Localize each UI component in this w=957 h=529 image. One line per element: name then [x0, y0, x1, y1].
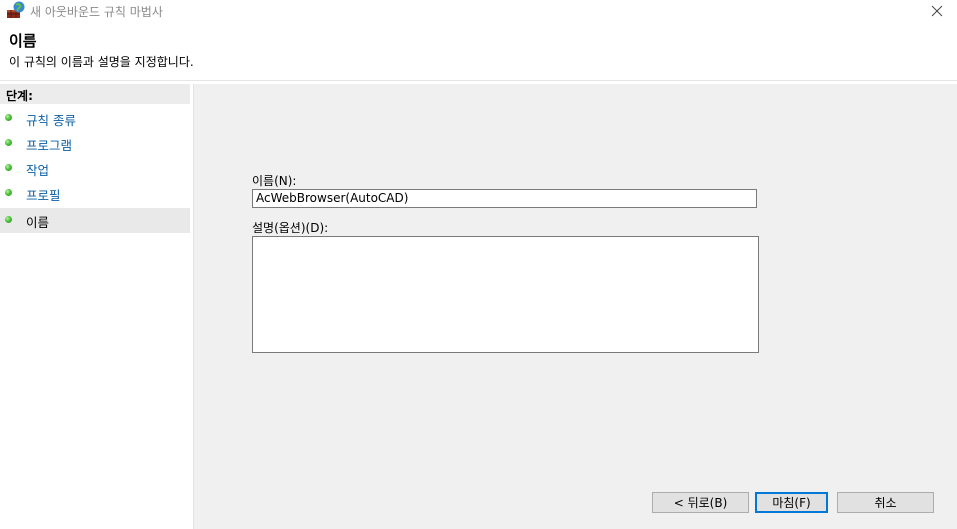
close-button[interactable] — [917, 0, 957, 22]
step-rule-type[interactable]: 규칙 종류 — [0, 106, 190, 131]
step-action[interactable]: 작업 — [0, 156, 190, 181]
step-label: 작업 — [26, 163, 50, 178]
step-label: 이름 — [26, 215, 50, 230]
steps-sidebar: 단계: 규칙 종류 프로그램 작업 프로필 이름 — [0, 84, 194, 529]
step-label: 규칙 종류 — [26, 113, 76, 128]
step-program[interactable]: 프로그램 — [0, 131, 190, 156]
step-complete-icon — [5, 164, 12, 171]
finish-button[interactable]: 마침(F) — [755, 492, 828, 513]
window-title: 새 아웃바운드 규칙 마법사 — [30, 5, 163, 19]
step-current-icon — [5, 216, 12, 223]
wizard-content: 이름(N): 설명(옵션)(D): < 뒤로(B) 마침(F) 취소 — [194, 84, 957, 529]
description-input[interactable] — [252, 236, 759, 353]
cancel-button[interactable]: 취소 — [837, 492, 934, 513]
step-label: 프로필 — [26, 188, 61, 203]
title-bar: 새 아웃바운드 규칙 마법사 — [0, 0, 957, 24]
wizard-header: 이름 이 규칙의 이름과 설명을 지정합니다. — [0, 24, 957, 80]
description-label: 설명(옵션)(D): — [252, 221, 329, 235]
step-complete-icon — [5, 114, 12, 121]
page-subtitle: 이 규칙의 이름과 설명을 지정합니다. — [9, 55, 194, 69]
name-label: 이름(N): — [252, 174, 297, 188]
steps-heading-label: 단계: — [6, 89, 33, 103]
page-title: 이름 — [9, 32, 37, 50]
step-profile[interactable]: 프로필 — [0, 181, 190, 206]
step-name: 이름 — [0, 208, 190, 233]
step-complete-icon — [5, 139, 12, 146]
steps-heading: 단계: — [0, 84, 190, 104]
name-input[interactable] — [252, 189, 757, 208]
step-label: 프로그램 — [26, 138, 73, 153]
step-complete-icon — [5, 189, 12, 196]
back-button[interactable]: < 뒤로(B) — [652, 492, 749, 513]
close-icon — [931, 5, 943, 17]
firewall-icon — [6, 1, 26, 19]
